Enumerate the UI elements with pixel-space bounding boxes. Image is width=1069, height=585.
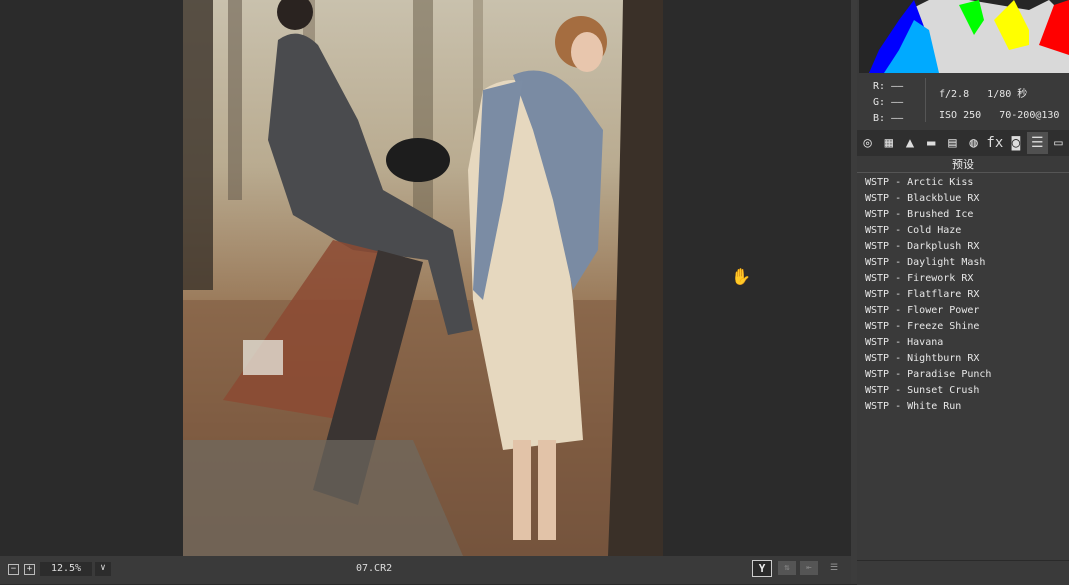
list-item[interactable]: WSTP - Flatflare RX: [865, 287, 991, 303]
zoom-in-button[interactable]: +: [24, 564, 35, 575]
preset-list: WSTP - Arctic Kiss WSTP - Blackblue RX W…: [865, 175, 991, 415]
list-item[interactable]: WSTP - Sunset Crush: [865, 383, 991, 399]
zoom-level[interactable]: 12.5%: [40, 562, 92, 576]
before-after-toggle-button[interactable]: Y: [752, 560, 772, 577]
list-item[interactable]: WSTP - Blackblue RX: [865, 191, 991, 207]
bottom-toolbar: − + 12.5% ∨ 07.CR2 Y ⇅ ⇤ ☰: [0, 556, 851, 584]
zoom-out-button[interactable]: −: [8, 564, 19, 575]
panel-tabs: ◎ ▦ ▲ ▬ ▤ ◍ fx ◙ ☰ ▭: [857, 130, 1069, 156]
histogram-graph: [869, 0, 1069, 73]
lens-value: 70-200@130: [999, 110, 1060, 121]
photo-image: [183, 0, 663, 556]
sliders-icon[interactable]: ☰: [825, 561, 843, 575]
hsl-icon[interactable]: ▤: [942, 132, 963, 154]
snapshots-icon[interactable]: ▭: [1048, 132, 1069, 154]
arrow-left-icon[interactable]: ⇤: [800, 561, 818, 575]
camera-info: R: —— G: —— B: —— f/2.8 1/80 秒 ISO 250 7…: [859, 74, 1069, 127]
exif-readout: f/2.8 1/80 秒 ISO 250 70-200@130: [939, 84, 1059, 126]
list-item[interactable]: WSTP - Darkplush RX: [865, 239, 991, 255]
swap-icon[interactable]: ⇅: [778, 561, 796, 575]
mountain-icon[interactable]: ▲: [899, 132, 920, 154]
list-item[interactable]: WSTP - Havana: [865, 335, 991, 351]
camera-icon[interactable]: ◙: [1005, 132, 1026, 154]
list-item[interactable]: WSTP - Paradise Punch: [865, 367, 991, 383]
presets-icon[interactable]: ☰: [1026, 132, 1048, 154]
list-item[interactable]: WSTP - Brushed Ice: [865, 207, 991, 223]
panel-bottom-bar: [857, 560, 1069, 585]
file-name: 07.CR2: [356, 563, 393, 574]
fx-icon[interactable]: fx: [984, 132, 1005, 154]
r-value: ——: [891, 81, 904, 92]
list-item[interactable]: WSTP - Firework RX: [865, 271, 991, 287]
r-label: R:: [873, 81, 886, 92]
list-item[interactable]: WSTP - Nightburn RX: [865, 351, 991, 367]
g-label: G:: [873, 97, 886, 108]
photo-preview[interactable]: [183, 0, 663, 556]
list-item[interactable]: WSTP - Freeze Shine: [865, 319, 991, 335]
info-separator: [925, 78, 926, 122]
section-title: 预设: [857, 156, 1069, 173]
lens-icon[interactable]: ◍: [963, 132, 984, 154]
list-item[interactable]: WSTP - Arctic Kiss: [865, 175, 991, 191]
aperture-icon[interactable]: ◎: [857, 132, 878, 154]
list-item[interactable]: WSTP - Flower Power: [865, 303, 991, 319]
list-item[interactable]: WSTP - White Run: [865, 399, 991, 415]
split-toning-icon[interactable]: ▬: [921, 132, 942, 154]
iso-value: ISO 250: [939, 110, 982, 121]
right-panel: R: —— G: —— B: —— f/2.8 1/80 秒 ISO 250 7…: [857, 0, 1069, 584]
rgb-readout: R: —— G: —— B: ——: [873, 79, 903, 127]
aperture-value: f/2.8: [939, 89, 970, 100]
list-item[interactable]: WSTP - Daylight Mash: [865, 255, 991, 271]
shutter-value: 1/80 秒: [987, 89, 1028, 100]
b-label: B:: [873, 113, 886, 124]
g-value: ——: [891, 97, 904, 108]
image-canvas[interactable]: ✋: [0, 0, 851, 556]
grid-icon[interactable]: ▦: [878, 132, 899, 154]
list-item[interactable]: WSTP - Cold Haze: [865, 223, 991, 239]
chevron-down-icon[interactable]: ∨: [95, 562, 111, 576]
b-value: ——: [891, 113, 904, 124]
histogram: [859, 0, 1069, 73]
hand-grab-icon: ✋: [731, 267, 751, 286]
